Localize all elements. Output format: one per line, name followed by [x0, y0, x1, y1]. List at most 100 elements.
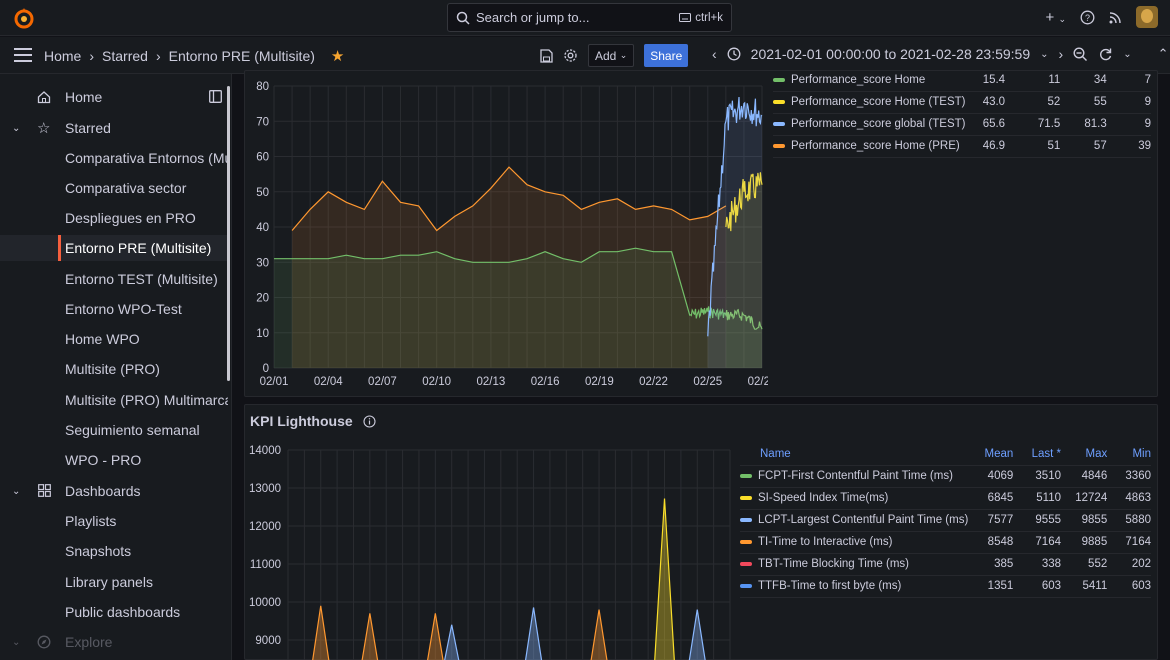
- sidebar-item-label: Snapshots: [65, 543, 132, 559]
- sidebar-item-label: Multisite (PRO): [65, 361, 160, 377]
- legend-max: 9855: [1061, 509, 1108, 532]
- legend-header-last[interactable]: Last *: [1013, 443, 1061, 466]
- legend-row[interactable]: SI-Speed Index Time(ms) 6845 5110 12724 4863: [740, 487, 1151, 510]
- sidebar-item-multisite-multimarca[interactable]: Multisite (PRO) Multimarca: [0, 387, 228, 413]
- legend-header-max[interactable]: Max: [1061, 443, 1108, 466]
- legend-min: 3360: [1107, 465, 1151, 488]
- legend-header-mean[interactable]: Mean: [968, 443, 1014, 466]
- legend-mean: 1351: [968, 575, 1014, 598]
- y-tick-label: 60: [256, 152, 269, 164]
- legend-row[interactable]: Performance_score Home (PRE) 46.9 51 57 …: [773, 135, 1151, 158]
- kpi-lighthouse-legend: Name Mean Last * Max Min FCPT-First Cont…: [740, 443, 1151, 598]
- legend-row[interactable]: Performance_score Home (TEST) 43.0 52 55…: [773, 91, 1151, 114]
- refresh-icon[interactable]: [1098, 47, 1113, 62]
- legend-row[interactable]: Performance_score Home 15.4 11 34 7: [773, 69, 1151, 92]
- legend-header-min[interactable]: Min: [1107, 443, 1151, 466]
- sidebar-item-label: Multisite (PRO) Multimarca: [65, 392, 228, 408]
- sidebar-item-despliegues[interactable]: Despliegues en PRO: [0, 205, 228, 231]
- sidebar-item-entorno-pre[interactable]: Entorno PRE (Multisite): [0, 235, 228, 261]
- sidebar-item-public-dashboards[interactable]: Public dashboards: [0, 599, 228, 625]
- sidebar-item-seguimiento-semanal[interactable]: Seguimiento semanal: [0, 417, 228, 443]
- sidebar-item-entorno-wpo-test[interactable]: Entorno WPO-Test: [0, 296, 228, 322]
- legend-row[interactable]: TBT-Time Blocking Time (ms) 385 338 552 202: [740, 553, 1151, 576]
- star-outline-icon: ☆: [37, 120, 51, 137]
- dock-menu-icon[interactable]: [209, 90, 222, 103]
- refresh-options-icon[interactable]: ⌄: [1123, 49, 1131, 60]
- time-range[interactable]: 2021-02-01 00:00:00 to 2021-02-28 23:59:…: [751, 46, 1030, 62]
- legend-swatch: [773, 77, 785, 82]
- avatar[interactable]: [1136, 6, 1158, 28]
- zoom-out-icon[interactable]: [1073, 46, 1088, 62]
- x-tick-label: 02/28: [748, 376, 768, 388]
- legend-row[interactable]: FCPT-First Contentful Paint Time (ms) 406…: [740, 465, 1151, 488]
- legend-last: 3510: [1013, 465, 1061, 488]
- breadcrumb-starred[interactable]: Starred: [102, 48, 148, 64]
- y-tick-label: 20: [256, 293, 269, 305]
- sidebar-item-label: Entorno PRE (Multisite): [65, 240, 212, 256]
- x-tick-label: 02/10: [422, 376, 451, 388]
- sidebar-item-home-wpo[interactable]: Home WPO: [0, 326, 228, 352]
- search-input[interactable]: Search or jump to... ctrl+k: [447, 3, 732, 32]
- sidebar-item-label: Seguimiento semanal: [65, 422, 200, 438]
- sidebar-item-comparativa-sector[interactable]: Comparativa sector: [0, 175, 228, 201]
- legend-row[interactable]: Performance_score global (TEST) 65.6 71.…: [773, 113, 1151, 136]
- kpi-lighthouse-chart[interactable]: 9000 10000 11000 12000 13000 14000: [244, 440, 734, 660]
- chevron-down-icon[interactable]: ⌄: [12, 486, 20, 497]
- y-tick-label: 14000: [249, 445, 281, 457]
- legend-mean: 4069: [968, 465, 1014, 488]
- breadcrumb-home[interactable]: Home: [44, 48, 81, 64]
- grafana-logo-icon[interactable]: [12, 6, 36, 30]
- collapse-icon[interactable]: ⌃: [1158, 46, 1169, 62]
- sidebar-item-dashboards[interactable]: ⌄ Dashboards: [0, 478, 228, 504]
- legend-max: 57: [1060, 135, 1107, 158]
- time-forward-icon[interactable]: ›: [1059, 46, 1064, 62]
- legend-row[interactable]: TTFB-Time to first byte (ms) 1351 603 5411 6…: [740, 575, 1151, 598]
- legend-min: 202: [1107, 553, 1151, 576]
- peak-mark: [688, 609, 706, 660]
- sidebar-item-multisite-pro[interactable]: Multisite (PRO): [0, 356, 228, 382]
- legend-swatch: [773, 99, 785, 104]
- legend-header-name[interactable]: Name: [740, 443, 969, 466]
- legend-row[interactable]: LCPT-Largest Contentful Paint Time (ms) 7…: [740, 509, 1151, 532]
- add-button[interactable]: Add ⌄: [588, 44, 635, 67]
- sidebar-item-library-panels[interactable]: Library panels: [0, 569, 228, 595]
- chevron-down-icon[interactable]: ⌄: [12, 637, 20, 648]
- menu-icon[interactable]: [14, 48, 32, 62]
- legend-swatch: [773, 143, 785, 148]
- sidebar-item-wpo-pro[interactable]: WPO - PRO: [0, 447, 228, 473]
- save-icon[interactable]: [540, 48, 553, 63]
- performance-score-chart[interactable]: 0 10 20 30 40 50 60 70 80 02/01 02/04 02/07 02/10 02/…: [244, 74, 768, 396]
- legend-last: 338: [1013, 553, 1061, 576]
- gear-icon[interactable]: [563, 48, 578, 63]
- sidebar-item-snapshots[interactable]: Snapshots: [0, 538, 228, 564]
- search-shortcut: ctrl+k: [679, 12, 723, 24]
- sidebar-item-explore[interactable]: ⌄ Explore: [0, 629, 228, 655]
- rss-icon[interactable]: [1109, 11, 1122, 24]
- y-tick-label: 40: [256, 222, 269, 234]
- plus-icon[interactable]: + ⌄: [1046, 9, 1066, 26]
- sidebar-item-entorno-test[interactable]: Entorno TEST (Multisite): [0, 266, 228, 292]
- sidebar-item-comparativa-entornos[interactable]: Comparativa Entornos (Multi...: [0, 145, 228, 171]
- time-back-icon[interactable]: ‹: [712, 46, 717, 62]
- panel-title[interactable]: KPI Lighthouse: [250, 413, 376, 429]
- legend-min: 9: [1106, 113, 1151, 136]
- legend-min: 603: [1107, 575, 1151, 598]
- chevron-down-icon[interactable]: ⌄: [12, 123, 20, 134]
- sidebar-scrollbar[interactable]: [227, 86, 230, 381]
- share-button[interactable]: Share: [644, 44, 689, 67]
- info-icon[interactable]: [363, 414, 376, 428]
- sidebar-item-home[interactable]: Home: [0, 84, 228, 110]
- legend-swatch: [740, 583, 752, 588]
- legend-max: 5411: [1061, 575, 1108, 598]
- sidebar-item-playlists[interactable]: Playlists: [0, 508, 228, 534]
- legend-row[interactable]: TI-Time to Interactive (ms) 8548 7164 9885 7…: [740, 531, 1151, 554]
- legend-mean: 65.6: [965, 113, 1006, 136]
- chevron-down-icon[interactable]: ⌄: [1040, 49, 1048, 60]
- legend-min: 7: [1106, 69, 1151, 92]
- help-icon[interactable]: ?: [1080, 10, 1095, 25]
- compass-icon: [37, 635, 51, 649]
- star-filled-icon[interactable]: ★: [331, 47, 344, 65]
- sidebar-item-starred[interactable]: ⌄ ☆ Starred: [0, 115, 228, 141]
- performance-score-legend: Performance_score Home 15.4 11 34 7 Perf…: [773, 69, 1151, 158]
- sidebar: Home ⌄ ☆ Starred Comparativa Entornos (M…: [0, 74, 232, 660]
